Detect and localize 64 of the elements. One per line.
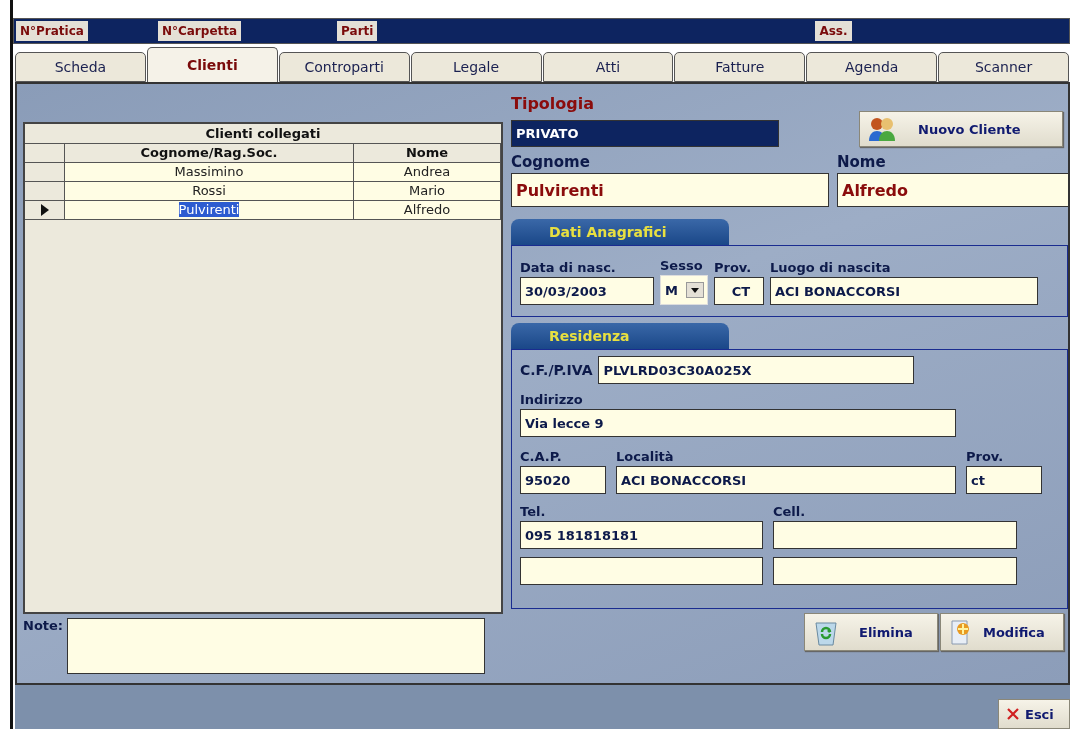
column-header: Nome xyxy=(354,144,501,162)
column-header: Cognome/Rag.Soc. xyxy=(65,144,354,162)
caret-icon xyxy=(691,287,699,293)
tab[interactable]: Scheda xyxy=(15,52,146,82)
field-label: N°Carpetta xyxy=(157,21,242,41)
table-row[interactable]: Pulvirenti Alfredo xyxy=(25,201,501,220)
delete-button[interactable]: Elimina xyxy=(804,613,938,651)
tab[interactable]: Controparti xyxy=(278,52,410,82)
phone-field[interactable]: 095 181818181 xyxy=(520,521,763,549)
tax-code-field[interactable]: PLVLRD03C30A025X xyxy=(598,356,915,384)
field-label: Tel. xyxy=(520,504,547,519)
field-label: Località xyxy=(616,449,675,464)
table-cell: Rossi xyxy=(65,182,354,200)
tab[interactable]: Scanner xyxy=(938,52,1069,82)
field-label: Luogo di nascita xyxy=(770,260,892,275)
field-label: Tipologia xyxy=(511,94,595,113)
grid-title: Clienti collegati xyxy=(25,124,501,144)
city-field[interactable]: ACI BONACCORSI xyxy=(616,466,956,494)
tab[interactable]: Atti xyxy=(542,52,674,82)
date-field[interactable]: 30/03/2003 xyxy=(520,277,654,305)
table-cell: Mario xyxy=(354,182,501,200)
tab[interactable]: Agenda xyxy=(806,52,938,82)
type-field[interactable]: PRIVATO xyxy=(511,120,779,147)
surname-field[interactable]: Pulvirenti xyxy=(511,173,829,207)
field-label: C.F./P.IVA xyxy=(520,362,593,378)
table-cell: Pulvirenti xyxy=(65,201,354,219)
province-field[interactable]: ct xyxy=(966,466,1042,494)
table-row[interactable]: Rossi Mario xyxy=(25,182,501,201)
name-field[interactable]: Alfredo xyxy=(837,173,1069,207)
note-label: Note: xyxy=(23,618,64,635)
field-label: Cell. xyxy=(773,504,807,519)
zip-field[interactable]: 95020 xyxy=(520,466,606,494)
field-label: Cognome xyxy=(511,153,591,171)
table-cell: Massimino xyxy=(65,163,354,181)
table-cell: Alfredo xyxy=(354,201,501,219)
field-label: Indirizzo xyxy=(520,392,584,407)
tab[interactable]: Clienti xyxy=(146,47,278,82)
field-label: Parti xyxy=(337,21,378,41)
field-label: Ass. xyxy=(815,21,852,41)
row-pointer-icon xyxy=(40,204,49,216)
tab[interactable]: Fatture xyxy=(674,52,806,82)
people-icon xyxy=(868,116,896,142)
field-label: N°Pratica xyxy=(16,21,88,41)
field-label: Sesso xyxy=(660,258,704,273)
province-field[interactable]: CT xyxy=(714,277,764,305)
mobile-field[interactable] xyxy=(773,557,1017,585)
field-label: Nome xyxy=(837,153,887,171)
field-label: Prov. xyxy=(966,449,1005,464)
field-label: Data di nasc. xyxy=(520,260,617,275)
close-icon xyxy=(1007,708,1019,720)
exit-button[interactable]: Esci xyxy=(998,699,1070,729)
address-field[interactable]: Via lecce 9 xyxy=(520,409,956,437)
field-label: C.A.P. xyxy=(520,449,563,464)
sex-dropdown[interactable]: M xyxy=(660,275,708,305)
new-client-button[interactable]: Nuovo Cliente xyxy=(859,111,1063,147)
field-label: Prov. xyxy=(714,260,753,275)
edit-button[interactable]: Modifica xyxy=(940,613,1064,651)
mobile-field[interactable] xyxy=(773,521,1017,549)
birthplace-field[interactable]: ACI BONACCORSI xyxy=(770,277,1038,305)
table-cell: Andrea xyxy=(354,163,501,181)
table-row[interactable]: Massimino Andrea xyxy=(25,163,501,182)
note-field[interactable] xyxy=(67,618,486,674)
tab[interactable]: Legale xyxy=(410,52,542,82)
phone-field[interactable] xyxy=(520,557,763,585)
